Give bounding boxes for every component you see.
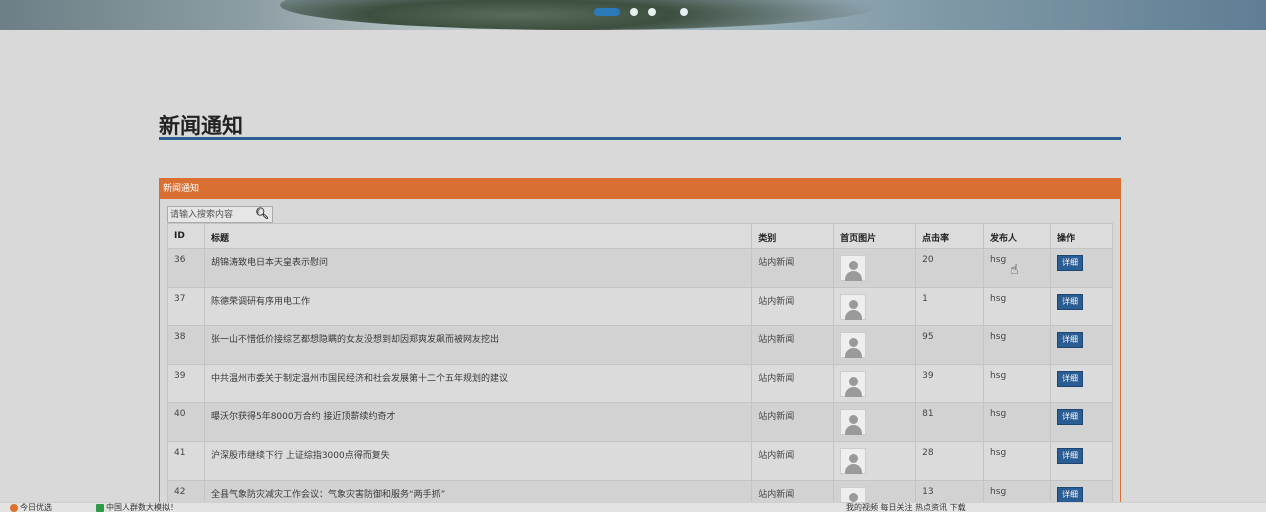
col-clicks: 点击率: [915, 223, 985, 249]
col-action: 操作: [1049, 223, 1114, 249]
row-title[interactable]: 沪深股市继续下行 上证综指3000点得而复失: [203, 440, 753, 481]
row-category: 站内新闻: [751, 325, 835, 365]
app-icon: [96, 503, 104, 512]
row-id: 36: [167, 248, 205, 288]
row-title[interactable]: 曝沃尔获得5年8000万合约 接近顶薪续约奇才: [203, 402, 753, 442]
row-image: [833, 325, 917, 365]
row-clicks: 39: [915, 363, 985, 404]
row-id: 39: [167, 363, 205, 404]
panel-header: 新闻通知: [160, 179, 1120, 199]
carousel-dot-1[interactable]: [594, 8, 620, 16]
row-image: [833, 286, 917, 327]
table-row: 36 胡锦涛致电日本天皇表示慰问 站内新闻 20 hsg 详细: [167, 248, 1114, 288]
news-panel: 新闻通知 🔍︎ ID 标题 类别 首页图片 点击率 发布人 操作 36: [159, 178, 1121, 512]
table-row: 37 陈德荣调研有序用电工作 站内新闻 1 hsg 详细: [167, 286, 1114, 327]
detail-button[interactable]: 详细: [1056, 293, 1083, 310]
avatar-placeholder-icon: [840, 447, 867, 474]
row-publisher: hsg: [983, 363, 1051, 404]
detail-button[interactable]: 详细: [1056, 486, 1083, 503]
carousel-dot-3[interactable]: [648, 8, 656, 16]
row-title[interactable]: 张一山不惜低价接综艺都想隐瞒的女友没想到却因郑爽发飙而被网友挖出: [203, 325, 753, 365]
taskbar-item-1[interactable]: 今日优选: [10, 503, 52, 512]
detail-button[interactable]: 详细: [1056, 447, 1083, 464]
table-row: 40 曝沃尔获得5年8000万合约 接近顶薪续约奇才 站内新闻 81 hsg 详…: [167, 402, 1114, 442]
row-clicks: 20: [915, 248, 985, 288]
top-banner: [0, 0, 1266, 30]
row-publisher: hsg: [983, 325, 1051, 365]
detail-button[interactable]: 详细: [1056, 370, 1083, 387]
col-publisher: 发布人: [983, 223, 1051, 249]
taskbar-label-1: 今日优选: [20, 503, 52, 512]
row-action: 详细: [1049, 286, 1114, 327]
news-icon: [10, 503, 18, 512]
search-box: 🔍︎: [167, 206, 273, 223]
row-clicks: 28: [915, 440, 985, 481]
row-image: [833, 248, 917, 288]
taskbar-right[interactable]: 我的视频 每日关注 热点资讯 下载: [846, 503, 966, 512]
row-action: 详细: [1049, 325, 1114, 365]
row-image: [833, 363, 917, 404]
search-input[interactable]: [168, 207, 256, 222]
page: 新闻通知 新闻通知 🔍︎ ID 标题 类别 首页图片 点击率 发布人 操作: [0, 0, 1266, 512]
row-action: 详细: [1049, 248, 1114, 288]
news-table: ID 标题 类别 首页图片 点击率 发布人 操作 36 胡锦涛致电日本天皇表示慰…: [167, 223, 1114, 512]
table-row: 38 张一山不惜低价接综艺都想隐瞒的女友没想到却因郑爽发飙而被网友挖出 站内新闻…: [167, 325, 1114, 365]
carousel-dot-2[interactable]: [630, 8, 638, 16]
avatar-placeholder-icon: [840, 370, 867, 397]
table-header-row: ID 标题 类别 首页图片 点击率 发布人 操作: [167, 223, 1114, 249]
row-publisher: hsg: [983, 286, 1051, 327]
table-row: 39 中共温州市委关于制定温州市国民经济和社会发展第十二个五年规划的建议 站内新…: [167, 363, 1114, 404]
row-category: 站内新闻: [751, 286, 835, 327]
col-category: 类别: [751, 223, 835, 249]
row-title[interactable]: 陈德荣调研有序用电工作: [203, 286, 753, 327]
col-title: 标题: [203, 223, 753, 249]
row-id: 37: [167, 286, 205, 327]
row-category: 站内新闻: [751, 402, 835, 442]
row-image: [833, 440, 917, 481]
row-clicks: 1: [915, 286, 985, 327]
taskbar-label-2: 中国人群数大模拟！: [106, 503, 178, 512]
row-category: 站内新闻: [751, 248, 835, 288]
row-id: 40: [167, 402, 205, 442]
row-clicks: 95: [915, 325, 985, 365]
row-id: 38: [167, 325, 205, 365]
row-category: 站内新闻: [751, 363, 835, 404]
avatar-placeholder-icon: [840, 409, 867, 436]
avatar-placeholder-icon: [840, 255, 867, 281]
detail-button[interactable]: 详细: [1056, 332, 1083, 349]
carousel-dot-4[interactable]: [680, 8, 688, 16]
row-clicks: 81: [915, 402, 985, 442]
row-action: 详细: [1049, 363, 1114, 404]
avatar-placeholder-icon: [840, 293, 867, 320]
row-publisher: hsg: [983, 440, 1051, 481]
browser-status-bar: 今日优选 中国人群数大模拟！ 我的视频 每日关注 热点资讯 下载: [0, 502, 1266, 512]
col-image: 首页图片: [833, 223, 917, 249]
detail-button[interactable]: 详细: [1056, 255, 1083, 271]
row-action: 详细: [1049, 440, 1114, 481]
hand-cursor-icon: ☝: [1010, 262, 1019, 278]
row-image: [833, 402, 917, 442]
row-category: 站内新闻: [751, 440, 835, 481]
row-title[interactable]: 中共温州市委关于制定温州市国民经济和社会发展第十二个五年规划的建议: [203, 363, 753, 404]
page-title: 新闻通知: [159, 114, 243, 138]
taskbar-item-2[interactable]: 中国人群数大模拟！: [96, 503, 178, 512]
row-publisher: hsg: [983, 402, 1051, 442]
row-action: 详细: [1049, 402, 1114, 442]
col-id: ID: [167, 223, 205, 249]
detail-button[interactable]: 详细: [1056, 409, 1083, 426]
table-row: 41 沪深股市继续下行 上证综指3000点得而复失 站内新闻 28 hsg 详细: [167, 440, 1114, 481]
row-title[interactable]: 胡锦涛致电日本天皇表示慰问: [203, 248, 753, 288]
title-divider: [159, 137, 1121, 140]
search-icon[interactable]: 🔍︎: [255, 207, 269, 221]
avatar-placeholder-icon: [840, 332, 867, 359]
row-id: 41: [167, 440, 205, 481]
banner-image: [280, 0, 880, 30]
